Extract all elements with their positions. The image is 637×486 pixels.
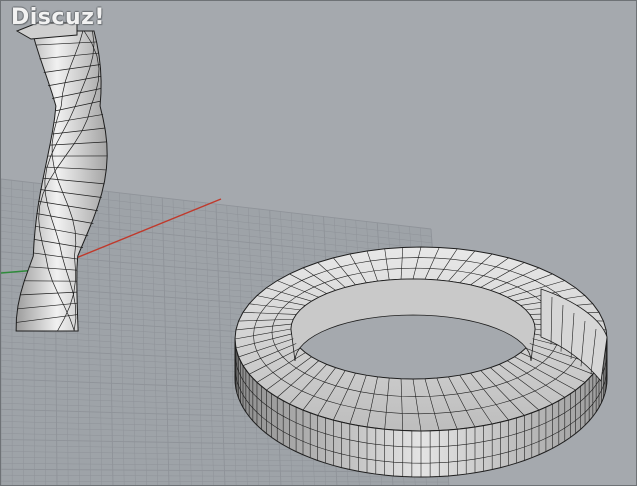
viewport-canvas[interactable] — [1, 1, 637, 486]
mobius-ring-object[interactable] — [234, 246, 608, 478]
perspective-viewport[interactable]: Discuz! — [0, 0, 637, 486]
